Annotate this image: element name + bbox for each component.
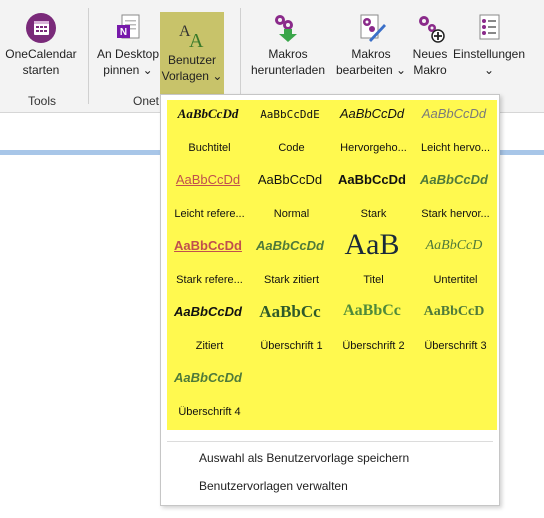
group-label-onetastic: Onet <box>133 94 160 108</box>
download-macros-button[interactable]: Makros herunterladen <box>250 8 326 88</box>
edit-macros-label-1: Makros <box>351 47 391 61</box>
style-preview: AaBbCcDd <box>174 370 242 385</box>
style-preview: AaBbCcDd <box>257 172 323 187</box>
style-item-ueberschrift-3[interactable]: AaBbCcD Überschrift 3 <box>413 298 495 364</box>
style-preview: AaBbCcDd <box>420 172 488 187</box>
settings-button[interactable]: Einstellungen ⌄ <box>452 8 526 88</box>
style-preview: AaBbCcDd <box>338 172 406 187</box>
svg-text:N: N <box>120 27 127 38</box>
style-preview: AaBbCcD <box>425 238 483 253</box>
pin-desktop-label-1: An Desktop <box>96 47 160 61</box>
download-macros-icon <box>272 12 304 44</box>
ribbon-separator <box>240 8 241 104</box>
new-macro-icon <box>414 12 446 44</box>
style-preview: AaBbCcDd <box>177 106 239 121</box>
onecalendar-label-1: OneCalendar <box>5 47 77 61</box>
style-name: Hervorgeho... <box>340 142 407 154</box>
style-name: Normal <box>273 208 310 220</box>
style-name: Überschrift 2 <box>342 340 405 352</box>
style-name: Überschrift 4 <box>178 406 241 418</box>
custom-styles-label-2: Vorlagen ⌄ <box>161 69 223 83</box>
style-preview: AaBbCcDd <box>421 106 487 121</box>
edit-macros-label-2: bearbeiten ⌄ <box>335 63 407 77</box>
styles-aa-icon: A A <box>176 18 208 52</box>
new-macro-label-1: Neues <box>412 47 448 61</box>
style-preview: AaBbCcDd <box>256 238 324 253</box>
style-preview: AaBbCcD <box>423 304 485 319</box>
style-name: Untertitel <box>433 274 478 286</box>
style-name: Titel <box>363 274 384 286</box>
style-item-ueberschrift-1[interactable]: AaBbCc Überschrift 1 <box>249 298 331 364</box>
style-item-buchtitel[interactable]: AaBbCcDd Buchtitel <box>167 100 249 166</box>
style-name: Code <box>278 142 305 154</box>
onenote-pin-icon: N <box>112 12 144 44</box>
style-item-stark-referenz[interactable]: AaBbCcDd Stark refere... <box>167 232 249 298</box>
style-preview: AaBbCcDd <box>174 304 242 319</box>
style-item-ueberschrift-2[interactable]: AaBbCc Überschrift 2 <box>331 298 413 364</box>
style-preview: AaB <box>344 228 400 261</box>
new-macro-button[interactable]: Neues Makro <box>410 8 450 88</box>
new-macro-label-2: Makro <box>413 63 447 77</box>
style-item-zitiert[interactable]: AaBbCcDd Zitiert <box>167 298 249 364</box>
style-name: Buchtitel <box>188 142 231 154</box>
style-item-leicht-hervorgehoben[interactable]: AaBbCcDd Leicht hervo... <box>413 100 495 166</box>
style-preview: AaBbCc <box>259 302 321 321</box>
style-item-untertitel[interactable]: AaBbCcD Untertitel <box>413 232 495 298</box>
style-item-hervorgehoben[interactable]: AaBbCcDd Hervorgeho... <box>331 100 413 166</box>
style-item-ueberschrift-4[interactable]: AaBbCcDd Überschrift 4 <box>167 364 249 430</box>
style-item-code[interactable]: AaBbCcDdE Code <box>249 100 331 166</box>
manage-styles-item[interactable]: Benutzervorlagen verwalten <box>199 479 348 493</box>
style-item-stark[interactable]: AaBbCcDd Stark <box>331 166 413 232</box>
style-preview: AaBbCc <box>343 302 401 319</box>
group-label-tools: Tools <box>28 94 57 108</box>
style-name: Zitiert <box>195 340 224 352</box>
style-item-normal[interactable]: AaBbCcDd Normal <box>249 166 331 232</box>
download-macros-label-2: herunterladen <box>250 63 326 77</box>
settings-label-1: Einstellungen <box>452 47 526 61</box>
style-item-stark-hervorgehoben[interactable]: AaBbCcDd Stark hervor... <box>413 166 495 232</box>
style-preview: AaBbCcDd <box>174 238 242 253</box>
style-name: Leicht refere... <box>174 208 245 220</box>
download-macros-label-1: Makros <box>268 47 308 61</box>
edit-macros-icon <box>355 12 387 44</box>
pin-desktop-label-2: pinnen ⌄ <box>103 63 153 77</box>
style-name: Stark zitiert <box>263 274 319 286</box>
style-name: Überschrift 3 <box>424 340 487 352</box>
style-item-leicht-referenz[interactable]: AaBbCcDd Leicht refere... <box>167 166 249 232</box>
styles-gallery: AaBbCcDd Buchtitel AaBbCcDdE Code AaBbCc… <box>167 100 497 430</box>
pin-to-desktop-button[interactable]: N An Desktop pinnen ⌄ <box>94 8 162 88</box>
save-selection-as-style-item[interactable]: Auswahl als Benutzervorlage speichern <box>199 451 409 465</box>
custom-styles-button[interactable]: A A Benutzer Vorlagen ⌄ <box>160 12 224 98</box>
custom-styles-dropdown: AaBbCcDd Buchtitel AaBbCcDdE Code AaBbCc… <box>160 94 500 506</box>
onecalendar-label-2: starten <box>22 63 60 77</box>
style-preview: AaBbCcDd <box>175 172 241 187</box>
style-item-titel[interactable]: AaB Titel <box>331 228 413 298</box>
style-name: Stark refere... <box>176 274 243 286</box>
svg-text:A: A <box>189 30 204 50</box>
onecalendar-start-button[interactable]: OneCalendar starten <box>4 8 78 88</box>
style-item-stark-zitiert[interactable]: AaBbCcDd Stark zitiert <box>249 232 331 298</box>
style-name: Stark hervor... <box>421 208 490 220</box>
calendar-phone-icon <box>25 12 57 44</box>
settings-checklist-icon <box>473 12 505 44</box>
style-name: Leicht hervo... <box>420 142 491 154</box>
ribbon-separator <box>88 8 89 104</box>
menu-separator <box>167 441 493 442</box>
style-preview: AaBbCcDdE <box>260 108 320 121</box>
edit-macros-button[interactable]: Makros bearbeiten ⌄ <box>334 8 408 88</box>
custom-styles-label-1: Benutzer <box>167 53 217 67</box>
style-name: Überschrift 1 <box>260 340 323 352</box>
style-preview: AaBbCcDd <box>339 106 405 121</box>
style-name: Stark <box>360 208 387 220</box>
settings-label-2: ⌄ <box>483 63 495 77</box>
